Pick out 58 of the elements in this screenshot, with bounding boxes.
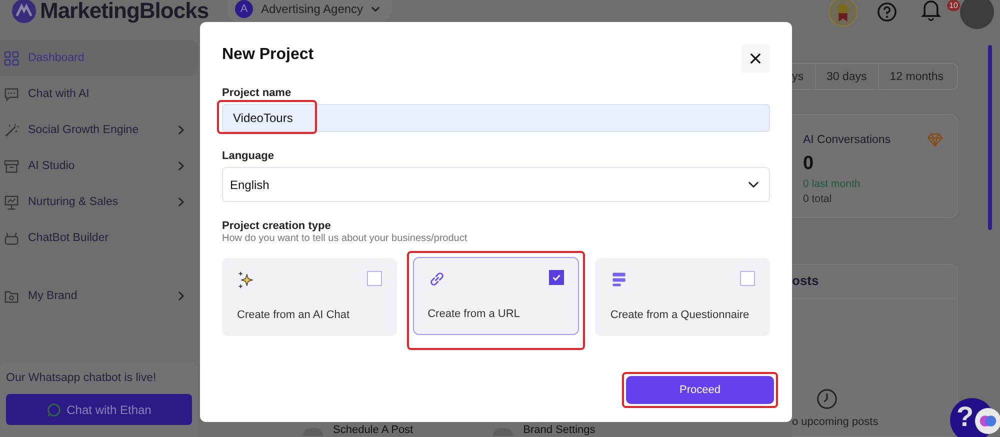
- option-card[interactable]: Create from a Questionnaire: [595, 258, 770, 336]
- quick-action-card[interactable]: Brand Settings: [493, 423, 596, 436]
- chat-icon: [4, 86, 19, 102]
- workspace-selector[interactable]: A Advertising Agency: [227, 0, 392, 22]
- list-icon: [610, 271, 628, 289]
- sidebar-item[interactable]: ChatBot Builder: [0, 220, 198, 256]
- scrollbar[interactable]: [988, 45, 992, 230]
- robot-icon: [4, 230, 19, 246]
- clock-icon: [816, 388, 838, 410]
- user-avatar[interactable]: [960, 0, 994, 28]
- empty-text: o upcoming posts: [792, 416, 880, 428]
- option-card[interactable]: Create from an AI Chat: [222, 258, 397, 336]
- stat-change: 0 last month: [803, 178, 862, 190]
- sidebar-item[interactable]: Chat with AI: [0, 76, 198, 112]
- option-card[interactable]: Create from a URL: [412, 257, 580, 335]
- whatsapp-icon: [46, 402, 61, 416]
- caret-icon: [371, 6, 380, 12]
- link-icon: [428, 270, 446, 288]
- field-hint: How do you want to tell us about your business/product: [222, 233, 468, 244]
- checkbox[interactable]: [366, 271, 382, 286]
- sidebar-item[interactable]: AI Studio: [0, 148, 198, 184]
- modal-title: New Project: [222, 46, 314, 64]
- grid-icon: [4, 50, 19, 66]
- field-label: Language: [222, 150, 275, 162]
- archive-icon: [4, 158, 19, 174]
- caret-icon: [748, 181, 759, 188]
- promo-text: Our Whatsapp chatbot is live!: [6, 372, 158, 384]
- checkbox[interactable]: [549, 270, 564, 285]
- proceed-button[interactable]: Proceed: [626, 376, 774, 404]
- period-tab[interactable]: 12 months: [878, 64, 954, 89]
- stat-title: AI Conversations: [803, 134, 891, 146]
- sidebar-item[interactable]: Social Growth Engine: [0, 112, 198, 148]
- stat-value: 0: [803, 153, 815, 175]
- quick-action-card[interactable]: Schedule A Post: [303, 423, 414, 436]
- wand-icon: [4, 122, 19, 138]
- period-tab[interactable]: 30 days: [814, 64, 878, 89]
- sidebar-item[interactable]: Nurturing & Sales: [0, 184, 198, 220]
- stat-total: 0 total: [803, 193, 833, 205]
- close-button[interactable]: [741, 44, 770, 73]
- notification-badge: 10: [947, 0, 960, 11]
- award-icon[interactable]: [828, 0, 858, 26]
- logo-icon: [12, 0, 36, 23]
- brain-icon[interactable]: [975, 408, 1000, 434]
- check-icon: [551, 272, 562, 283]
- presentation-icon: [4, 194, 19, 210]
- checkbox[interactable]: [740, 271, 755, 286]
- sidebar-item[interactable]: My Brand: [0, 278, 198, 314]
- project-name-field[interactable]: VideoTours: [222, 104, 770, 132]
- language-select[interactable]: English: [222, 167, 770, 202]
- chat-button[interactable]: Chat with Ethan: [6, 394, 192, 425]
- sparkle-icon: [237, 271, 255, 289]
- period-tab[interactable]: ys: [792, 64, 814, 89]
- diamond-icon: [927, 133, 943, 147]
- field-label: Project name: [222, 87, 292, 99]
- brand-name: MarketingBlocks: [40, 0, 209, 24]
- field-label: Project creation type: [222, 220, 332, 232]
- folder-icon: [4, 288, 19, 304]
- close-icon: [750, 53, 761, 64]
